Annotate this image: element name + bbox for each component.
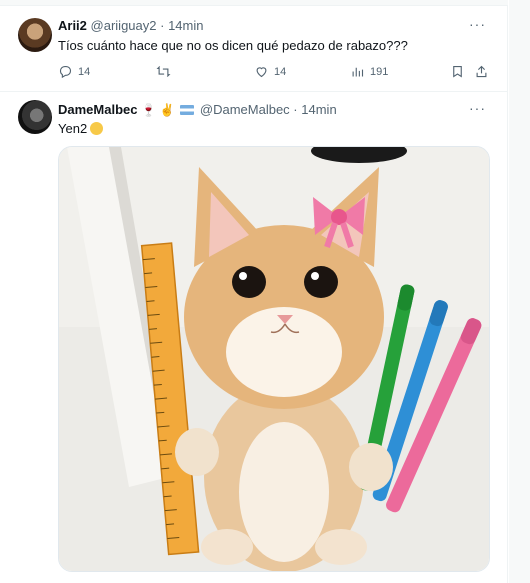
tweet-damemalbec[interactable]: DameMalbec 🍷 ✌ @DameMalbec · 14min ··· Y… xyxy=(0,92,508,583)
like-button[interactable]: 14 xyxy=(254,64,286,79)
separator-dot: · xyxy=(293,102,298,117)
bookmark-button[interactable] xyxy=(450,64,465,79)
views-button[interactable]: 191 xyxy=(350,64,388,79)
reply-count: 14 xyxy=(78,65,91,78)
side-margin xyxy=(509,0,530,583)
argentina-flag-icon xyxy=(180,105,195,115)
wine-glass-emoji-icon: 🍷 xyxy=(141,103,157,117)
more-options-button[interactable]: ··· xyxy=(469,16,486,32)
view-count: 191 xyxy=(370,65,389,78)
retweet-icon xyxy=(156,66,171,77)
retweet-button[interactable] xyxy=(156,64,176,79)
timestamp[interactable]: 14min xyxy=(301,102,336,117)
tweet-ariiguay2[interactable]: Arii2 @ariiguay2 · 14min ··· Tíos cuánto… xyxy=(0,8,508,92)
views-icon xyxy=(352,67,364,77)
tweet-text: Yen2 xyxy=(58,120,104,137)
tweet-text: Tíos cuánto hace que no os dicen qué ped… xyxy=(58,38,408,53)
heart-icon xyxy=(256,67,267,78)
victory-hand-emoji-icon: ✌ xyxy=(159,103,175,117)
avatar[interactable] xyxy=(18,18,52,52)
timeline-top-divider xyxy=(0,0,508,6)
timestamp[interactable]: 14min xyxy=(168,18,203,33)
tweet-text-content: Yen2 xyxy=(58,121,88,136)
kitten-photo-illustration xyxy=(59,147,489,571)
handle[interactable]: @DameMalbec xyxy=(200,102,290,117)
more-options-button[interactable]: ··· xyxy=(469,100,486,116)
like-count: 14 xyxy=(274,65,287,78)
reply-icon xyxy=(59,65,72,79)
share-button[interactable] xyxy=(474,64,489,79)
avatar[interactable] xyxy=(18,100,52,134)
smiling-face-emoji-icon xyxy=(90,122,104,135)
separator-dot: · xyxy=(160,18,165,33)
handle[interactable]: @ariiguay2 xyxy=(91,18,157,33)
bookmark-icon xyxy=(453,65,462,78)
tweet-header: Arii2 @ariiguay2 · 14min xyxy=(58,18,204,34)
display-name[interactable]: Arii2 xyxy=(58,18,87,33)
tweet-header: DameMalbec 🍷 ✌ @DameMalbec · 14min xyxy=(58,102,337,118)
timeline-column: Arii2 @ariiguay2 · 14min ··· Tíos cuánto… xyxy=(0,0,508,583)
tweet-image[interactable] xyxy=(58,146,490,572)
reply-button[interactable]: 14 xyxy=(58,64,90,79)
share-icon xyxy=(476,65,487,78)
display-name[interactable]: DameMalbec xyxy=(58,102,137,117)
tweet-actions: 14 14 191 xyxy=(58,64,492,82)
